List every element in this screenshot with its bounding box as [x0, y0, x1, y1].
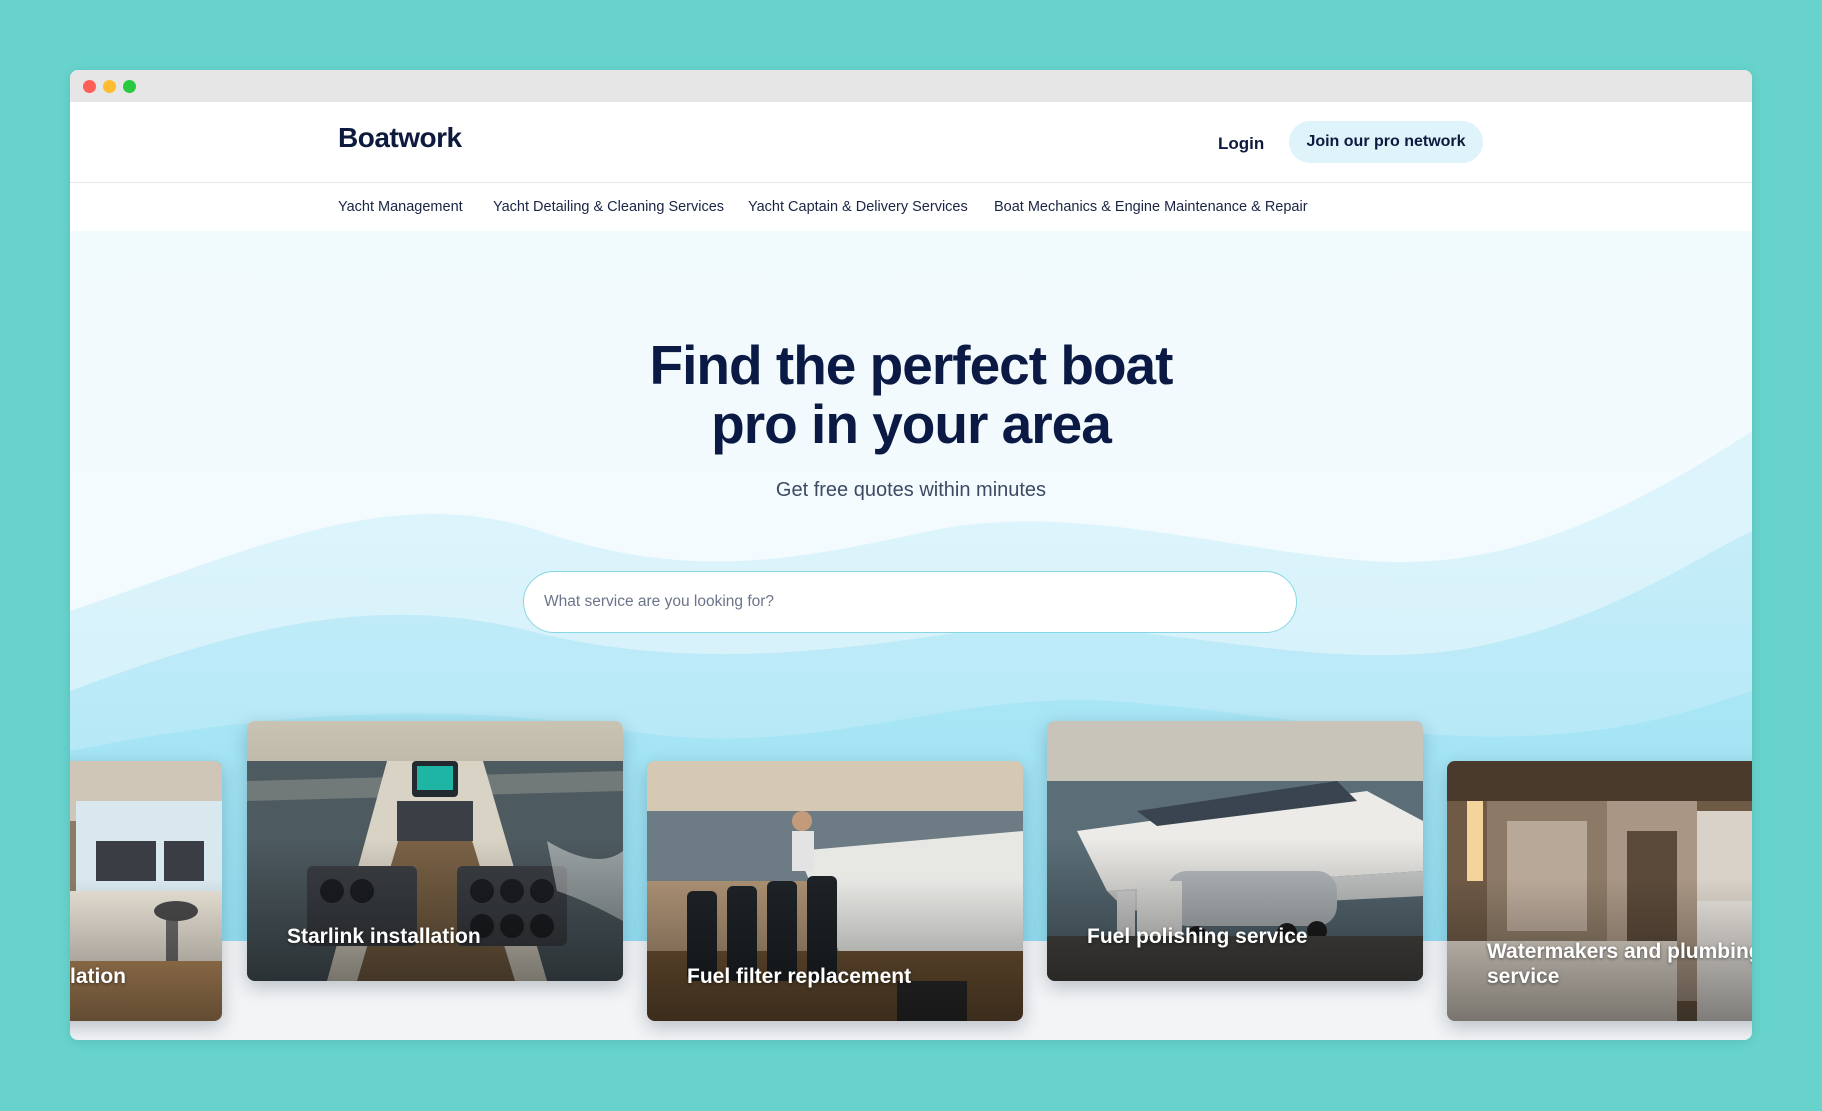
service-card-title: Watermakers and plumbing service	[1487, 940, 1752, 988]
category-link-yacht-management[interactable]: Yacht Management	[338, 199, 463, 215]
hero-headline-line1: Find the perfect boat	[649, 334, 1174, 396]
hero-section: Find the perfect boat pro in your area G…	[70, 231, 1752, 1040]
window-titlebar	[70, 70, 1752, 102]
service-card[interactable]: Starlink installation	[247, 721, 623, 981]
category-link-boat-mechanics[interactable]: Boat Mechanics & Engine Maintenance & Re…	[994, 199, 1308, 215]
service-card[interactable]: Watermakers and plumbing service	[1447, 761, 1752, 1021]
service-card-title: Starlink installation	[287, 925, 481, 948]
service-search-input[interactable]	[523, 571, 1297, 633]
category-nav: Yacht Management Yacht Detailing & Clean…	[70, 183, 1752, 231]
site-logo[interactable]: Boatwork	[338, 122, 462, 154]
site-header: Boatwork Login Join our pro network	[70, 102, 1752, 183]
service-card-title: Fuel polishing service	[1087, 925, 1308, 948]
hero-headline: Find the perfect boat pro in your area	[70, 336, 1752, 454]
category-link-yacht-captain[interactable]: Yacht Captain & Delivery Services	[748, 199, 968, 215]
hero-subtitle: Get free quotes within minutes	[775, 479, 1047, 501]
maximize-window-icon[interactable]	[123, 80, 136, 93]
close-window-icon[interactable]	[83, 80, 96, 93]
service-card-title: lation	[70, 965, 126, 988]
service-card[interactable]: lation	[70, 761, 222, 1021]
service-card[interactable]: Fuel filter replacement	[647, 761, 1023, 1021]
browser-window: Boatwork Login Join our pro network Yach…	[70, 70, 1752, 1040]
join-pro-network-button[interactable]: Join our pro network	[1289, 121, 1483, 163]
login-link[interactable]: Login	[1218, 134, 1264, 154]
hero-headline-line2: pro in your area	[711, 393, 1112, 455]
minimize-window-icon[interactable]	[103, 80, 116, 93]
category-link-yacht-detailing[interactable]: Yacht Detailing & Cleaning Services	[493, 199, 724, 215]
service-card-title: Fuel filter replacement	[687, 965, 912, 988]
service-card[interactable]: Fuel polishing service	[1047, 721, 1423, 981]
